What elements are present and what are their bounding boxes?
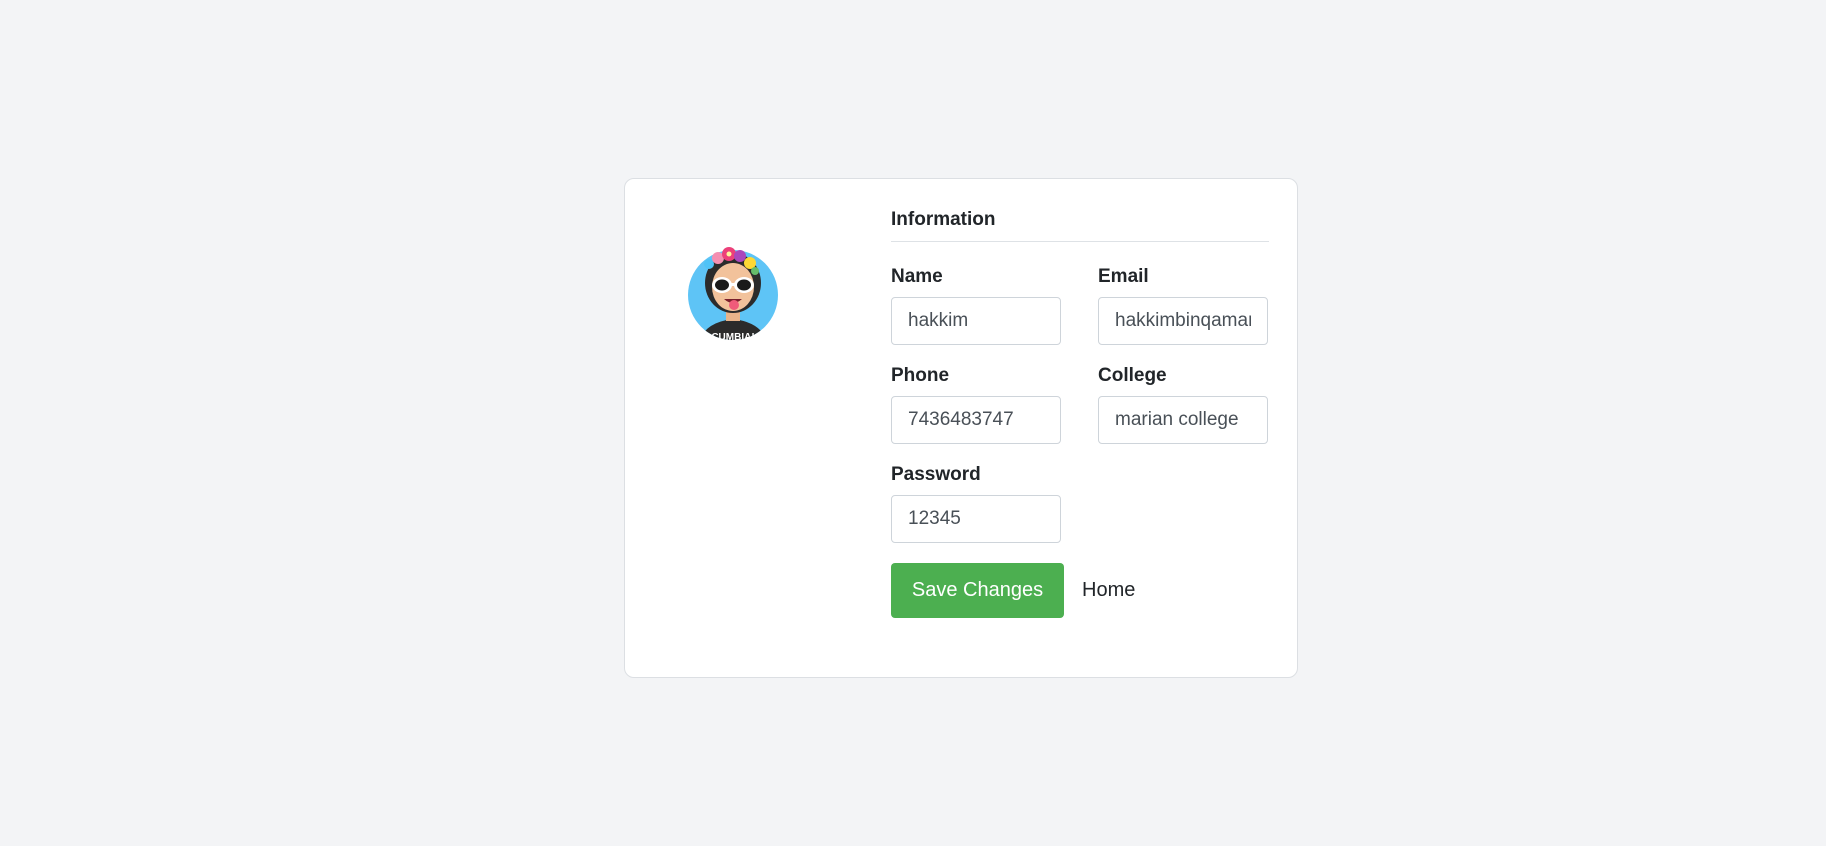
password-group: Password [891,464,1061,543]
avatar: CUMBIA! [677,239,789,351]
save-changes-button[interactable]: Save Changes [891,563,1064,618]
section-title: Information [891,209,1269,242]
name-group: Name [891,266,1061,345]
information-section: Information Name Email Phone College [891,209,1269,618]
email-group: Email [1098,266,1268,345]
form-row: Password [891,464,1269,543]
phone-label: Phone [891,365,950,386]
college-group: College [1098,365,1268,444]
form-actions: Save Changes Home [891,563,1269,618]
avatar-icon: CUMBIA! [688,247,778,344]
form-row: Phone College [891,365,1269,444]
college-label: College [1098,365,1167,386]
email-label: Email [1098,266,1149,287]
college-input[interactable] [1098,396,1268,444]
form-row: Name Email [891,266,1269,345]
home-link[interactable]: Home [1082,579,1135,602]
name-input[interactable] [891,297,1061,345]
email-input[interactable] [1098,297,1268,345]
password-input[interactable] [891,495,1061,543]
phone-input[interactable] [891,396,1061,444]
profile-card: CUMBIA! Information Name Email Phone Col… [624,178,1298,678]
phone-group: Phone [891,365,1061,444]
password-label: Password [891,464,981,485]
shirt-text: CUMBIA! [711,332,754,343]
name-label: Name [891,266,943,287]
